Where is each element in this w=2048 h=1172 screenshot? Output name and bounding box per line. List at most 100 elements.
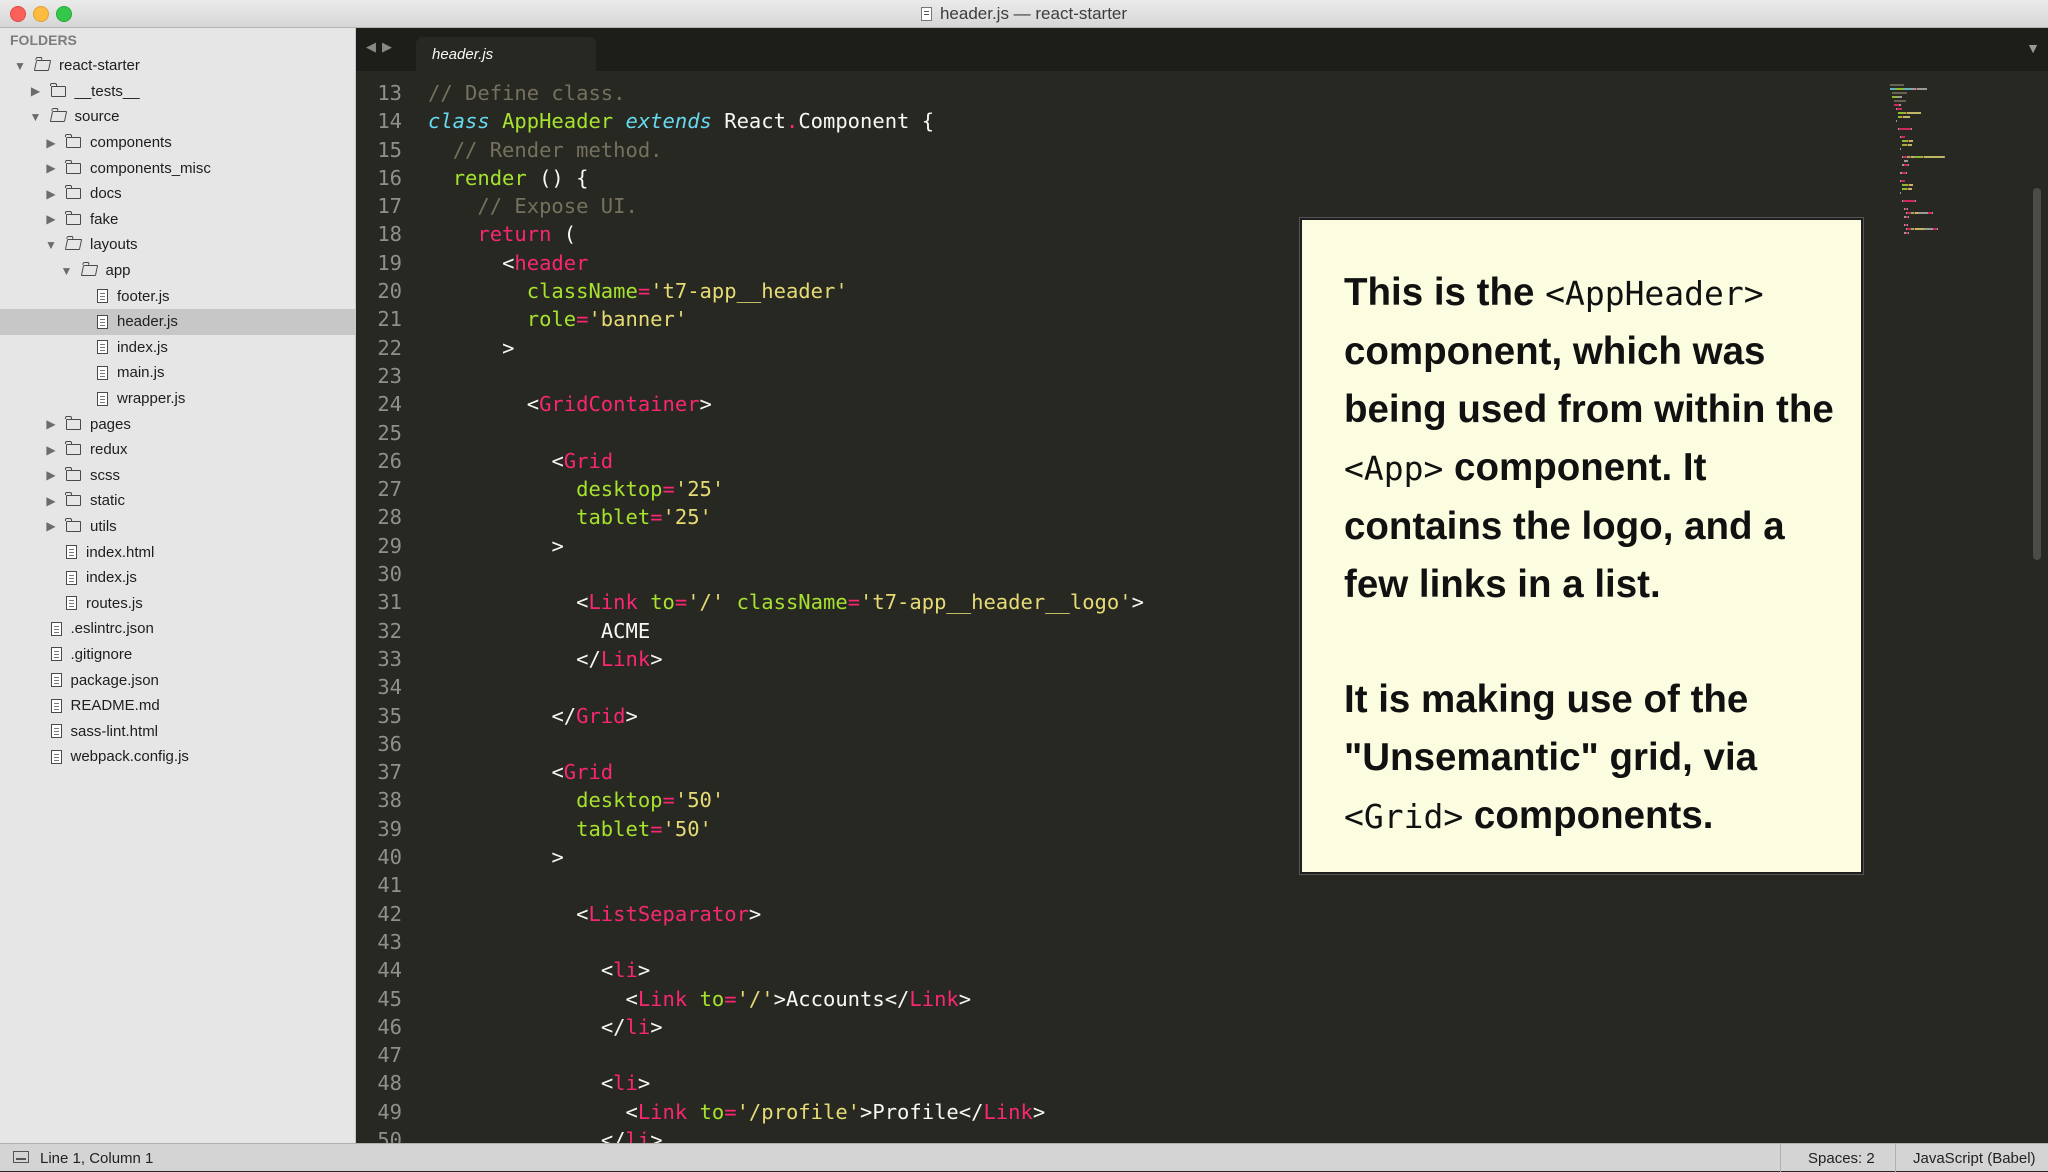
minimap[interactable]	[1890, 76, 2000, 316]
sidebar-item-label: source	[74, 108, 120, 126]
indent-guide	[477, 788, 502, 812]
indent-guide	[453, 845, 478, 869]
indent-guide	[477, 619, 502, 643]
code-token: =	[650, 816, 663, 841]
indentation-setting[interactable]: Spaces: 2	[1808, 1150, 1875, 1167]
code-text: render () {	[428, 164, 589, 192]
disclosure-open-icon[interactable]: ▼	[44, 238, 58, 252]
disclosure-open-icon[interactable]: ▼	[13, 59, 27, 73]
sidebar-item-static[interactable]: ▶ static	[0, 488, 356, 514]
sidebar-item-webpack-config-js[interactable]: ▶webpack.config.js	[0, 744, 356, 770]
code-token: Link	[637, 986, 688, 1011]
minimap-mark	[1911, 128, 1912, 130]
minimap-mark	[1937, 228, 1938, 230]
vertical-scrollbar[interactable]	[2033, 188, 2041, 560]
sidebar-item-wrapper-js[interactable]: ▶wrapper.js	[0, 386, 356, 412]
indent-guide	[453, 902, 478, 926]
file-icon	[97, 365, 108, 380]
minimap-mark	[1908, 144, 1912, 146]
indent-guide	[502, 704, 527, 728]
sidebar-item-footer-js[interactable]: ▶footer.js	[0, 283, 356, 309]
sidebar-item-package-json[interactable]: ▶package.json	[0, 667, 356, 693]
line-number: 30	[377, 562, 402, 587]
syntax-selector[interactable]: JavaScript (Babel)	[1913, 1150, 2036, 1167]
line-number: 16	[377, 165, 402, 190]
disclosure-closed-icon[interactable]: ▶	[44, 136, 58, 150]
folder-open-icon	[49, 111, 67, 123]
disclosure-closed-icon[interactable]: ▶	[44, 494, 58, 508]
sidebar-item-pages[interactable]: ▶ pages	[0, 411, 356, 437]
sidebar-item-label: react-starter	[59, 57, 140, 75]
sidebar-item-main-js[interactable]: ▶main.js	[0, 360, 356, 386]
disclosure-closed-icon[interactable]: ▶	[44, 468, 58, 482]
disclosure-closed-icon[interactable]: ▶	[29, 84, 43, 98]
sidebar-item-readme-md[interactable]: ▶README.md	[0, 693, 356, 719]
code-token: (	[551, 222, 577, 247]
sidebar-item-scss[interactable]: ▶ scss	[0, 463, 356, 489]
sidebar-item-source[interactable]: ▼ source	[0, 104, 356, 130]
sidebar-item-index-js[interactable]: ▶index.js	[0, 335, 356, 361]
line-number: 20	[377, 279, 402, 304]
disclosure-open-icon[interactable]: ▼	[29, 110, 43, 124]
tab-dropdown-icon[interactable]: ▼	[2026, 40, 2040, 56]
sidebar-item-app[interactable]: ▼ app	[0, 258, 356, 284]
document-icon	[920, 7, 932, 21]
sidebar-item-index-js[interactable]: ▶index.js	[0, 565, 356, 591]
indent-guide	[576, 1015, 601, 1039]
minimap-mark	[1903, 116, 1910, 118]
code-token: =	[650, 505, 663, 530]
disclosure-closed-icon[interactable]: ▶	[44, 443, 58, 457]
sidebar-item-header-js[interactable]: ▶header.js	[0, 308, 356, 335]
code-line: 43	[356, 928, 1886, 956]
indent-guide	[502, 279, 527, 303]
sidebar-item-label: sass-lint.html	[70, 722, 159, 740]
sidebar-item-fake[interactable]: ▶ fake	[0, 207, 356, 233]
sidebar-item-gitignore[interactable]: ▶.gitignore	[0, 642, 356, 668]
indent-guide	[428, 534, 453, 558]
code-token: Grid	[563, 760, 614, 785]
window-title: header.js — react-starter	[939, 4, 1128, 23]
sidebar-item-sass-lint-html[interactable]: ▶sass-lint.html	[0, 718, 356, 744]
sidebar-item-eslintrc-json[interactable]: ▶.eslintrc.json	[0, 616, 356, 642]
sidebar-item-layouts[interactable]: ▼ layouts	[0, 232, 356, 258]
disclosure-closed-icon[interactable]: ▶	[44, 519, 58, 533]
indent-guide	[551, 902, 576, 926]
disclosure-closed-icon[interactable]: ▶	[44, 212, 58, 226]
panel-toggle-icon[interactable]	[13, 1151, 29, 1163]
sidebar-item-docs[interactable]: ▶ docs	[0, 181, 356, 207]
code-token: Link	[600, 646, 651, 671]
disclosure-open-icon[interactable]: ▼	[60, 264, 74, 278]
tab-header-js[interactable]: header.js	[416, 37, 596, 71]
indent-guide	[453, 817, 478, 841]
sidebar-item-utils[interactable]: ▶ utils	[0, 514, 356, 540]
indent-guide	[551, 619, 576, 643]
disclosure-closed-icon[interactable]: ▶	[44, 417, 58, 431]
sidebar-item-label: fake	[90, 210, 119, 228]
sidebar-item-label: components	[90, 134, 172, 152]
indent-guide	[428, 307, 453, 331]
sidebar-item-components[interactable]: ▶ components	[0, 130, 356, 156]
tab-navigation-arrows-icon[interactable]: ◀▶	[366, 39, 398, 55]
sidebar-item-routes-js[interactable]: ▶routes.js	[0, 590, 356, 616]
sidebar-item-components-misc[interactable]: ▶ components_misc	[0, 155, 356, 181]
indent-guide	[453, 987, 478, 1011]
code-text: </li>	[428, 1013, 663, 1041]
indent-guide	[527, 1128, 552, 1143]
code-text: <Grid	[428, 758, 613, 786]
sidebar-item-tests[interactable]: ▶ __tests__	[0, 79, 356, 105]
code-line: 46 </li>	[356, 1013, 1886, 1041]
sidebar-item-redux[interactable]: ▶ redux	[0, 437, 356, 463]
code-token: '50'	[662, 816, 712, 841]
minimap-mark	[1909, 140, 1913, 142]
indent-guide	[502, 477, 527, 501]
code-text: <Link to='/' className='t7-app__header__…	[428, 588, 1144, 616]
code-text: >	[428, 532, 563, 560]
code-line: 45 <Link to='/'>Accounts</Link>	[356, 985, 1886, 1013]
code-text: tablet='50'	[428, 815, 712, 843]
sidebar-item-react-starter[interactable]: ▼ react-starter	[0, 53, 356, 79]
indent-guide	[428, 704, 453, 728]
disclosure-closed-icon[interactable]: ▶	[44, 161, 58, 175]
disclosure-closed-icon[interactable]: ▶	[44, 187, 58, 201]
sidebar-item-index-html[interactable]: ▶index.html	[0, 539, 356, 565]
indent-guide	[428, 166, 453, 190]
